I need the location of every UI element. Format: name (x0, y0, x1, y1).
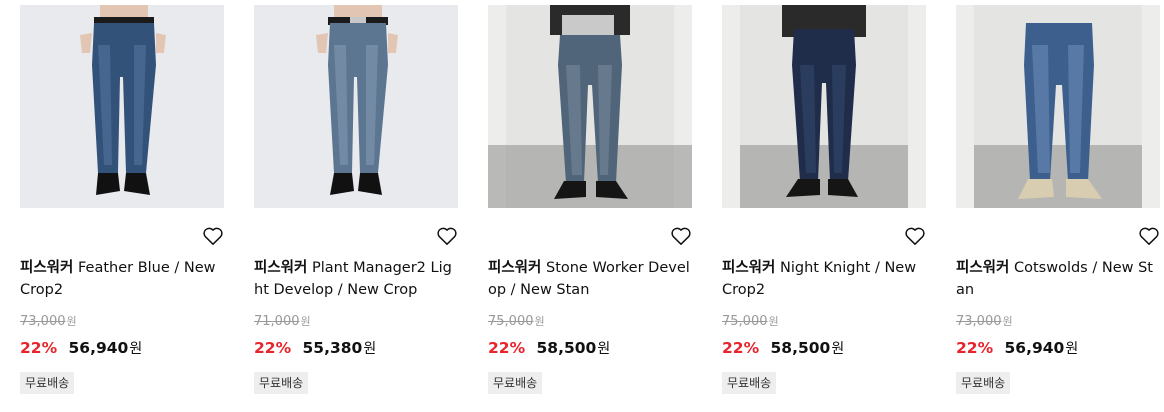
jeans-photo (722, 5, 926, 208)
currency-label: 원 (768, 315, 779, 328)
free-shipping-badge: 무료배송 (254, 372, 309, 394)
heart-icon[interactable] (670, 226, 692, 246)
brand-name: 피스워커 (956, 260, 1010, 276)
free-shipping-badge: 무료배송 (956, 372, 1011, 394)
sale-price-value: 56,940 (68, 339, 129, 357)
product-image[interactable] (254, 5, 458, 208)
currency-label: 원 (363, 341, 377, 357)
discount-rate: 22% (956, 339, 994, 357)
original-price: 75,000원 (488, 313, 545, 329)
product-image[interactable] (722, 5, 926, 208)
sale-price-row: 22% 56,940원 (956, 338, 1078, 358)
sale-price: 58,500원 (771, 339, 845, 357)
currency-label: 원 (534, 315, 545, 328)
product-grid: 피스워커 Feather Blue / New Crop2 73,000원 22… (0, 0, 1164, 412)
heart-icon[interactable] (436, 226, 458, 246)
product-name[interactable]: 피스워커 Feather Blue / New Crop2 (20, 257, 224, 301)
brand-name: 피스워커 (254, 260, 308, 276)
sale-price-value: 56,940 (1004, 339, 1065, 357)
brand-name: 피스워커 (722, 260, 776, 276)
sale-price: 58,500원 (537, 339, 611, 357)
currency-label: 원 (66, 315, 77, 328)
original-price: 73,000원 (956, 313, 1013, 329)
sale-price: 56,940원 (1005, 339, 1079, 357)
sale-price-value: 58,500 (770, 339, 831, 357)
product-card[interactable]: 피스워커 Night Knight / New Crop2 75,000원 22… (722, 0, 930, 412)
original-price-value: 75,000 (488, 314, 534, 329)
product-image[interactable] (20, 5, 224, 208)
sale-price-row: 22% 58,500원 (722, 338, 844, 358)
free-shipping-badge: 무료배송 (488, 372, 543, 394)
original-price: 73,000원 (20, 313, 77, 329)
sale-price-value: 58,500 (536, 339, 597, 357)
discount-rate: 22% (488, 339, 526, 357)
currency-label: 원 (597, 341, 611, 357)
product-image[interactable] (956, 5, 1160, 208)
sale-price-row: 22% 55,380원 (254, 338, 376, 358)
currency-label: 원 (129, 341, 143, 357)
jeans-photo (254, 5, 458, 208)
discount-rate: 22% (20, 339, 58, 357)
product-card[interactable]: 피스워커 Plant Manager2 Light Develop / New … (254, 0, 462, 412)
jeans-photo (20, 5, 224, 208)
brand-name: 피스워커 (20, 260, 74, 276)
jeans-photo (956, 5, 1160, 208)
original-price-value: 75,000 (722, 314, 768, 329)
product-card[interactable]: 피스워커 Feather Blue / New Crop2 73,000원 22… (20, 0, 228, 412)
sale-price-row: 22% 56,940원 (20, 338, 142, 358)
original-price-value: 73,000 (956, 314, 1002, 329)
free-shipping-badge: 무료배송 (20, 372, 75, 394)
product-card[interactable]: 피스워커 Cotswolds / New Stan 73,000원 22% 56… (956, 0, 1164, 412)
heart-icon[interactable] (1138, 226, 1160, 246)
original-price: 71,000원 (254, 313, 311, 329)
product-name[interactable]: 피스워커 Stone Worker Develop / New Stan (488, 257, 692, 301)
original-price: 75,000원 (722, 313, 779, 329)
brand-name: 피스워커 (488, 260, 542, 276)
currency-label: 원 (1002, 315, 1013, 328)
product-card[interactable]: 피스워커 Stone Worker Develop / New Stan 75,… (488, 0, 696, 412)
sale-price-value: 55,380 (302, 339, 363, 357)
discount-rate: 22% (722, 339, 760, 357)
discount-rate: 22% (254, 339, 292, 357)
sale-price: 56,940원 (69, 339, 143, 357)
heart-icon[interactable] (202, 226, 224, 246)
product-name[interactable]: 피스워커 Cotswolds / New Stan (956, 257, 1160, 301)
heart-icon[interactable] (904, 226, 926, 246)
currency-label: 원 (831, 341, 845, 357)
original-price-value: 71,000 (254, 314, 300, 329)
original-price-value: 73,000 (20, 314, 66, 329)
product-image[interactable] (488, 5, 692, 208)
jeans-photo (488, 5, 692, 208)
product-name[interactable]: 피스워커 Plant Manager2 Light Develop / New … (254, 257, 458, 301)
sale-price-row: 22% 58,500원 (488, 338, 610, 358)
product-name[interactable]: 피스워커 Night Knight / New Crop2 (722, 257, 926, 301)
currency-label: 원 (1065, 341, 1079, 357)
sale-price: 55,380원 (303, 339, 377, 357)
free-shipping-badge: 무료배송 (722, 372, 777, 394)
currency-label: 원 (300, 315, 311, 328)
